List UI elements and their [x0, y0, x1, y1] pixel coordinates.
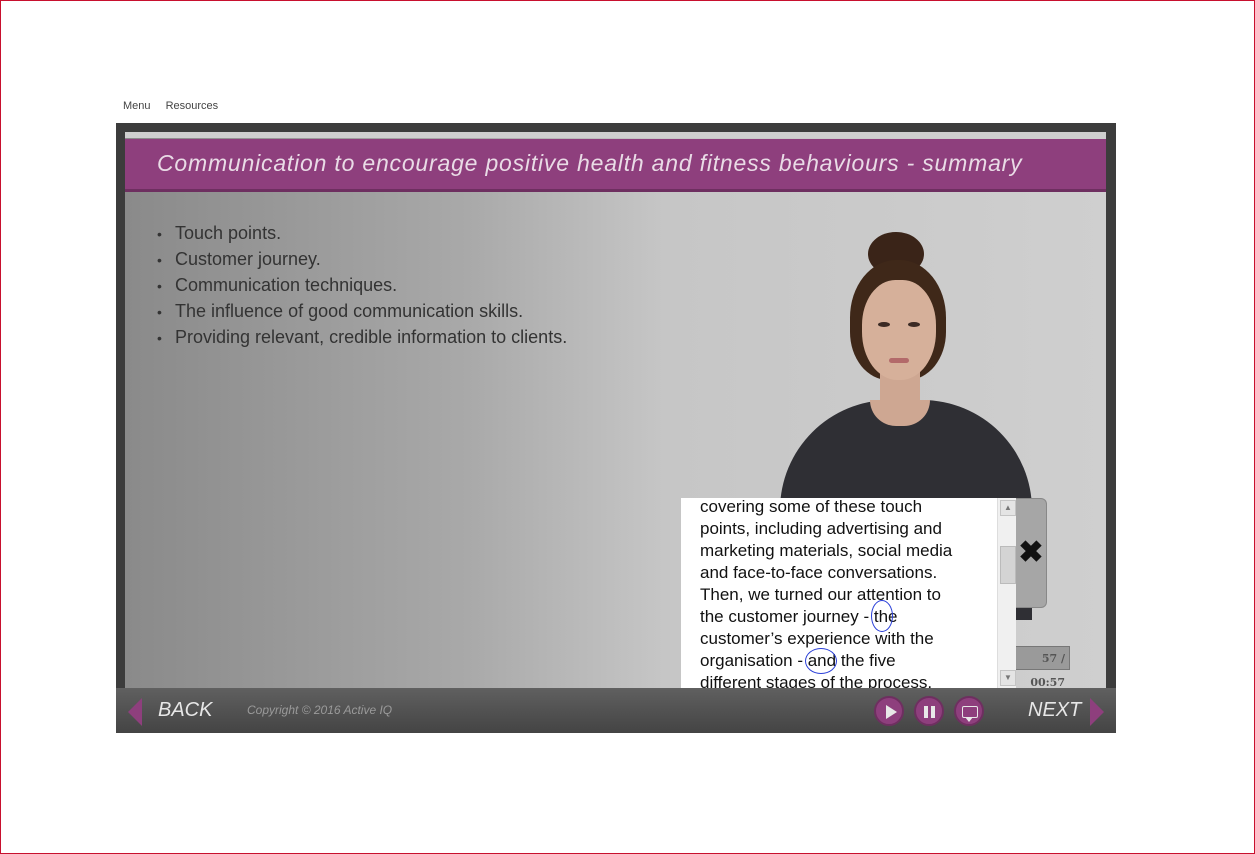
list-item-text: Customer journey. [175, 249, 321, 269]
copyright-text: Copyright © 2016 Active IQ [247, 703, 393, 717]
pen-annotation-mark [871, 600, 893, 632]
scroll-thumb[interactable] [1000, 546, 1016, 584]
list-item-text: Touch points. [175, 223, 282, 243]
close-icon: ✖ [1018, 536, 1044, 569]
transcript-close-button[interactable]: ✖ [1016, 498, 1047, 608]
transcript-line: points, including advertising and [700, 519, 942, 538]
pen-annotation-mark [805, 648, 837, 674]
list-item: • The influence of good communication ski… [157, 301, 524, 321]
list-item: • Communication techniques. [157, 275, 398, 295]
time-display: 57 / 00:57 [1013, 646, 1070, 689]
transcript-line: customer’s experience with the [700, 629, 934, 648]
transcript-line: Then, we turned our attention to [700, 585, 941, 604]
summary-list: • Touch points. • Customer journey. • Commu… [157, 220, 567, 350]
presenter-face [862, 280, 936, 380]
player-control-bar: BACK Copyright © 2016 Active IQ NEXT [116, 688, 1116, 733]
transcript-line: and face-to-face conversations. [700, 563, 938, 582]
back-arrow-icon[interactable] [128, 698, 142, 726]
transcript-scrollbar[interactable]: ▲ ▼ [997, 498, 1016, 688]
next-button[interactable]: NEXT [1028, 699, 1081, 722]
transcript-line: organisation - and the five [700, 651, 896, 670]
list-item: • Customer journey. [157, 249, 321, 269]
next-arrow-icon[interactable] [1090, 698, 1104, 726]
scroll-down-button[interactable]: ▼ [1000, 670, 1016, 686]
transcript-line: covering some of these touch [700, 498, 923, 516]
transcript-text: covering some of these touch points, inc… [700, 498, 990, 688]
list-item-text: The influence of good communication skil… [175, 301, 524, 321]
top-nav: Menu Resources [123, 100, 230, 112]
stage-top-line [125, 132, 1106, 138]
resources-link[interactable]: Resources [166, 100, 219, 112]
speech-bubble-tail [965, 717, 973, 722]
transcript-line: the customer journey - the [700, 607, 898, 626]
list-item: • Providing relevant, credible informatio… [157, 327, 568, 347]
transcript-button[interactable] [954, 696, 984, 726]
transcript-panel[interactable]: covering some of these touch points, inc… [681, 498, 1016, 688]
list-item-text: Providing relevant, credible information… [175, 327, 568, 347]
list-item: • Touch points. [157, 223, 282, 243]
list-item-text: Communication techniques. [175, 275, 398, 295]
menu-link[interactable]: Menu [123, 100, 151, 112]
transcript-line: marketing materials, social media [700, 541, 953, 560]
pause-icon [924, 706, 928, 718]
play-icon [886, 705, 897, 719]
pause-button[interactable] [914, 696, 944, 726]
transcript-line: different stages of the process. [700, 673, 933, 688]
scroll-up-button[interactable]: ▲ [1000, 500, 1016, 516]
back-button[interactable]: BACK [158, 699, 212, 722]
presenter-mouth [889, 358, 909, 363]
pause-icon [931, 706, 935, 718]
slide-title: Communication to encourage positive heal… [157, 150, 1023, 176]
presenter-eye [908, 322, 920, 327]
presenter-eye [878, 322, 890, 327]
play-button[interactable] [874, 696, 904, 726]
slide-title-bar: Communication to encourage positive heal… [125, 139, 1106, 192]
